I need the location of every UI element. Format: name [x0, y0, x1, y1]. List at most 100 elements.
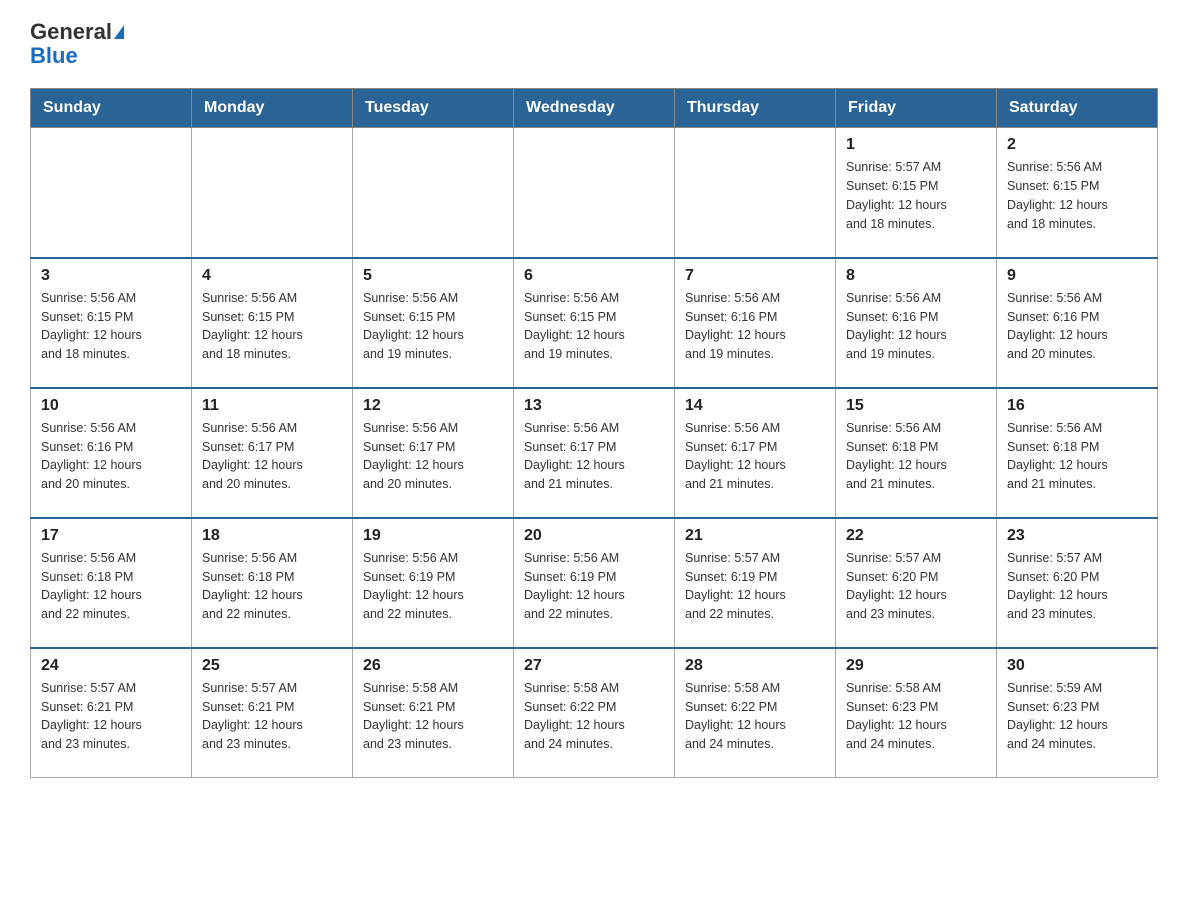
day-number: 24 [41, 657, 181, 675]
day-info: Sunrise: 5:56 AMSunset: 6:18 PMDaylight:… [202, 549, 342, 624]
day-number: 13 [524, 397, 664, 415]
calendar-cell: 18 Sunrise: 5:56 AMSunset: 6:18 PMDayligh… [192, 518, 353, 648]
calendar-cell: 4 Sunrise: 5:56 AMSunset: 6:15 PMDaylight… [192, 258, 353, 388]
day-info: Sunrise: 5:56 AMSunset: 6:18 PMDaylight:… [41, 549, 181, 624]
calendar-cell [192, 128, 353, 258]
day-number: 29 [846, 657, 986, 675]
day-info: Sunrise: 5:56 AMSunset: 6:16 PMDaylight:… [846, 289, 986, 364]
day-info: Sunrise: 5:56 AMSunset: 6:16 PMDaylight:… [685, 289, 825, 364]
day-info: Sunrise: 5:56 AMSunset: 6:17 PMDaylight:… [363, 419, 503, 494]
day-number: 30 [1007, 657, 1147, 675]
calendar-cell: 1 Sunrise: 5:57 AMSunset: 6:15 PMDaylight… [836, 128, 997, 258]
day-number: 21 [685, 527, 825, 545]
day-number: 22 [846, 527, 986, 545]
day-number: 17 [41, 527, 181, 545]
day-info: Sunrise: 5:58 AMSunset: 6:21 PMDaylight:… [363, 679, 503, 754]
day-info: Sunrise: 5:56 AMSunset: 6:17 PMDaylight:… [202, 419, 342, 494]
day-info: Sunrise: 5:56 AMSunset: 6:15 PMDaylight:… [41, 289, 181, 364]
calendar-cell: 14 Sunrise: 5:56 AMSunset: 6:17 PMDayligh… [675, 388, 836, 518]
day-info: Sunrise: 5:56 AMSunset: 6:16 PMDaylight:… [1007, 289, 1147, 364]
day-number: 10 [41, 397, 181, 415]
calendar-cell: 29Sunrise: 5:58 AMSunset: 6:23 PMDayligh… [836, 648, 997, 778]
col-header-thursday: Thursday [675, 89, 836, 128]
day-info: Sunrise: 5:56 AMSunset: 6:17 PMDaylight:… [524, 419, 664, 494]
calendar-cell: 20 Sunrise: 5:56 AMSunset: 6:19 PMDayligh… [514, 518, 675, 648]
day-info: Sunrise: 5:57 AMSunset: 6:20 PMDaylight:… [1007, 549, 1147, 624]
day-info: Sunrise: 5:58 AMSunset: 6:22 PMDaylight:… [685, 679, 825, 754]
calendar-cell [675, 128, 836, 258]
calendar-cell: 10 Sunrise: 5:56 AMSunset: 6:16 PMDayligh… [31, 388, 192, 518]
calendar-cell: 2 Sunrise: 5:56 AMSunset: 6:15 PMDaylight… [997, 128, 1158, 258]
day-info: Sunrise: 5:56 AMSunset: 6:15 PMDaylight:… [363, 289, 503, 364]
calendar-table: SundayMondayTuesdayWednesdayThursdayFrid… [30, 88, 1158, 778]
day-number: 1 [846, 136, 986, 154]
calendar-cell: 11 Sunrise: 5:56 AMSunset: 6:17 PMDayligh… [192, 388, 353, 518]
calendar-cell: 30 Sunrise: 5:59 AMSunset: 6:23 PMDayligh… [997, 648, 1158, 778]
day-info: Sunrise: 5:56 AMSunset: 6:16 PMDaylight:… [41, 419, 181, 494]
day-number: 4 [202, 267, 342, 285]
calendar-cell: 22 Sunrise: 5:57 AMSunset: 6:20 PMDayligh… [836, 518, 997, 648]
day-info: Sunrise: 5:57 AMSunset: 6:20 PMDaylight:… [846, 549, 986, 624]
day-number: 8 [846, 267, 986, 285]
day-info: Sunrise: 5:57 AMSunset: 6:21 PMDaylight:… [202, 679, 342, 754]
day-number: 25 [202, 657, 342, 675]
day-info: Sunrise: 5:58 AMSunset: 6:22 PMDaylight:… [524, 679, 664, 754]
day-number: 19 [363, 527, 503, 545]
calendar-cell: 21 Sunrise: 5:57 AMSunset: 6:19 PMDayligh… [675, 518, 836, 648]
calendar-cell [31, 128, 192, 258]
logo-general-text: General [30, 20, 112, 44]
day-number: 2 [1007, 136, 1147, 154]
calendar-cell: 7 Sunrise: 5:56 AMSunset: 6:16 PMDaylight… [675, 258, 836, 388]
day-number: 7 [685, 267, 825, 285]
logo-triangle-icon [114, 25, 124, 39]
day-number: 23 [1007, 527, 1147, 545]
calendar-cell: 27Sunrise: 5:58 AMSunset: 6:22 PMDayligh… [514, 648, 675, 778]
day-info: Sunrise: 5:59 AMSunset: 6:23 PMDaylight:… [1007, 679, 1147, 754]
calendar-cell: 23 Sunrise: 5:57 AMSunset: 6:20 PMDayligh… [997, 518, 1158, 648]
calendar-cell: 16 Sunrise: 5:56 AMSunset: 6:18 PMDayligh… [997, 388, 1158, 518]
calendar-cell: 25 Sunrise: 5:57 AMSunset: 6:21 PMDayligh… [192, 648, 353, 778]
week-row-5: 24 Sunrise: 5:57 AMSunset: 6:21 PMDayligh… [31, 648, 1158, 778]
col-header-saturday: Saturday [997, 89, 1158, 128]
col-header-tuesday: Tuesday [353, 89, 514, 128]
week-row-1: 1 Sunrise: 5:57 AMSunset: 6:15 PMDaylight… [31, 128, 1158, 258]
day-header-row: SundayMondayTuesdayWednesdayThursdayFrid… [31, 89, 1158, 128]
day-info: Sunrise: 5:56 AMSunset: 6:19 PMDaylight:… [524, 549, 664, 624]
day-number: 15 [846, 397, 986, 415]
day-info: Sunrise: 5:57 AMSunset: 6:15 PMDaylight:… [846, 158, 986, 233]
day-number: 6 [524, 267, 664, 285]
day-number: 18 [202, 527, 342, 545]
calendar-cell: 12 Sunrise: 5:56 AMSunset: 6:17 PMDayligh… [353, 388, 514, 518]
day-number: 26 [363, 657, 503, 675]
logo: General Blue [30, 20, 124, 68]
day-number: 11 [202, 397, 342, 415]
day-number: 16 [1007, 397, 1147, 415]
calendar-cell [353, 128, 514, 258]
col-header-wednesday: Wednesday [514, 89, 675, 128]
calendar-cell: 17 Sunrise: 5:56 AMSunset: 6:18 PMDayligh… [31, 518, 192, 648]
day-number: 3 [41, 267, 181, 285]
calendar-cell: 5 Sunrise: 5:56 AMSunset: 6:15 PMDaylight… [353, 258, 514, 388]
calendar-cell: 13 Sunrise: 5:56 AMSunset: 6:17 PMDayligh… [514, 388, 675, 518]
calendar-cell: 9Sunrise: 5:56 AMSunset: 6:16 PMDaylight… [997, 258, 1158, 388]
week-row-2: 3 Sunrise: 5:56 AMSunset: 6:15 PMDaylight… [31, 258, 1158, 388]
logo-blue-text: Blue [30, 43, 78, 68]
day-info: Sunrise: 5:56 AMSunset: 6:15 PMDaylight:… [202, 289, 342, 364]
calendar-cell: 24 Sunrise: 5:57 AMSunset: 6:21 PMDayligh… [31, 648, 192, 778]
day-info: Sunrise: 5:56 AMSunset: 6:17 PMDaylight:… [685, 419, 825, 494]
calendar-cell [514, 128, 675, 258]
day-number: 5 [363, 267, 503, 285]
calendar-cell: 6Sunrise: 5:56 AMSunset: 6:15 PMDaylight… [514, 258, 675, 388]
day-number: 12 [363, 397, 503, 415]
page-header: General Blue [30, 20, 1158, 68]
day-number: 28 [685, 657, 825, 675]
day-info: Sunrise: 5:56 AMSunset: 6:15 PMDaylight:… [1007, 158, 1147, 233]
day-number: 14 [685, 397, 825, 415]
calendar-cell: 3 Sunrise: 5:56 AMSunset: 6:15 PMDaylight… [31, 258, 192, 388]
day-number: 20 [524, 527, 664, 545]
day-info: Sunrise: 5:56 AMSunset: 6:18 PMDaylight:… [1007, 419, 1147, 494]
day-info: Sunrise: 5:56 AMSunset: 6:19 PMDaylight:… [363, 549, 503, 624]
calendar-cell: 15Sunrise: 5:56 AMSunset: 6:18 PMDayligh… [836, 388, 997, 518]
day-info: Sunrise: 5:57 AMSunset: 6:21 PMDaylight:… [41, 679, 181, 754]
day-info: Sunrise: 5:57 AMSunset: 6:19 PMDaylight:… [685, 549, 825, 624]
